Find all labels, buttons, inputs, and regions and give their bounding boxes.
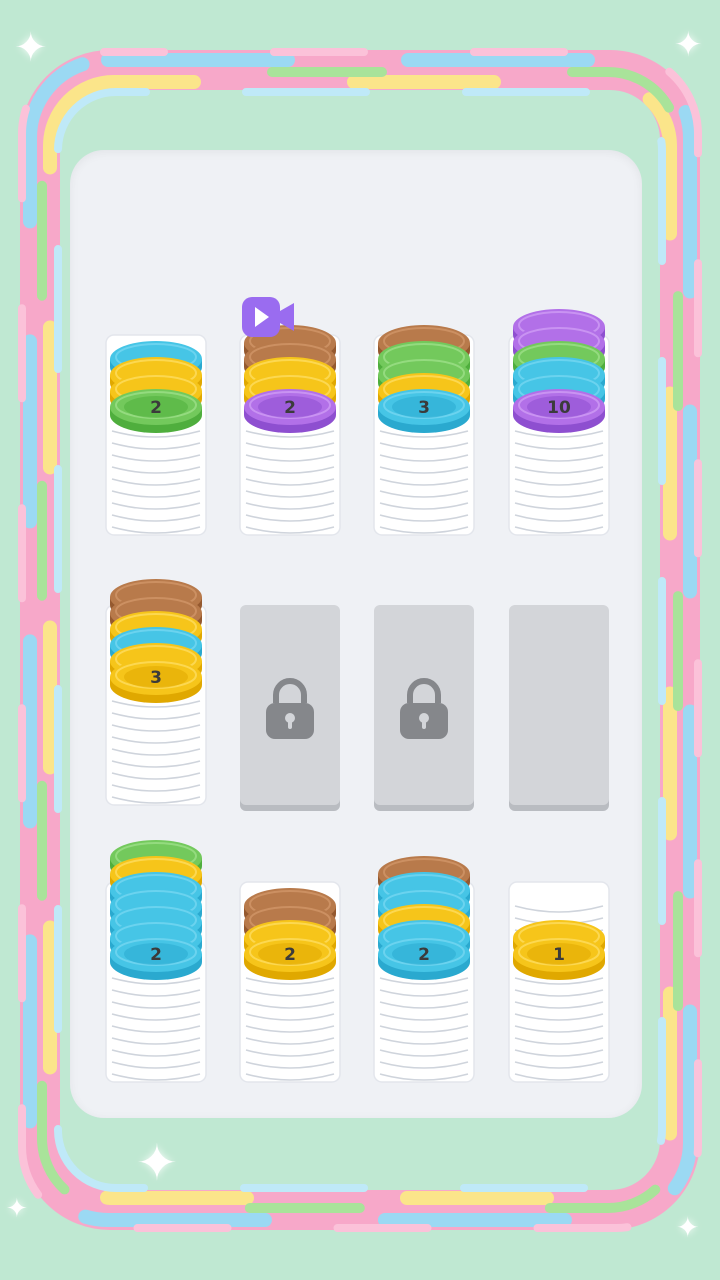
tube-slot-4[interactable]: 10 xyxy=(508,295,610,536)
coin-tube: 2 xyxy=(105,840,207,1083)
tube-slot-7[interactable] xyxy=(374,565,474,805)
tube-slot-9[interactable]: 2 xyxy=(105,840,207,1083)
tube-slot-1[interactable]: 2 xyxy=(105,295,207,536)
tube-slot-6[interactable] xyxy=(240,565,340,805)
video-icon[interactable] xyxy=(240,295,296,339)
empty-slot-panel[interactable] xyxy=(509,605,609,805)
sparkle-icon: ✦ xyxy=(136,1134,178,1192)
coin-tube: 3 xyxy=(105,579,207,806)
tube-slot-5[interactable]: 3 xyxy=(105,565,207,806)
coin-count-label: 1 xyxy=(553,945,565,965)
lock-icon xyxy=(266,678,314,739)
sparkle-icon: ✦ xyxy=(676,1211,700,1244)
coin-count-label: 2 xyxy=(284,398,296,418)
coin-count-label: 2 xyxy=(284,945,296,965)
coin-tube: 1 xyxy=(508,881,610,1083)
coin-tube: 3 xyxy=(373,325,475,536)
sparkle-icon: ✦ xyxy=(674,25,703,65)
coin-tube: 2 xyxy=(373,856,475,1083)
sparkle-icon: ✦ xyxy=(6,1194,28,1224)
coin-count-label: 10 xyxy=(547,398,571,418)
coin-count-label: 3 xyxy=(418,398,430,418)
coin-tube: 2 xyxy=(105,334,207,536)
coin-tube: 2 xyxy=(239,881,341,1083)
coin-count-label: 2 xyxy=(150,945,162,965)
lock-icon xyxy=(400,678,448,739)
coin-count-label: 3 xyxy=(150,668,162,688)
coin-tube: 10 xyxy=(508,309,610,536)
tube-slot-10[interactable]: 2 xyxy=(239,842,341,1083)
coin-count-label: 2 xyxy=(150,398,162,418)
sparkle-icon: ✦ xyxy=(14,25,48,71)
tube-slot-8[interactable] xyxy=(509,565,609,805)
tube-slot-12[interactable]: 1 xyxy=(508,842,610,1083)
tube-slot-11[interactable]: 2 xyxy=(373,842,475,1083)
tube-slot-3[interactable]: 3 xyxy=(373,295,475,536)
tube-slot-2[interactable]: 2 xyxy=(239,295,341,536)
coin-count-label: 2 xyxy=(418,945,430,965)
